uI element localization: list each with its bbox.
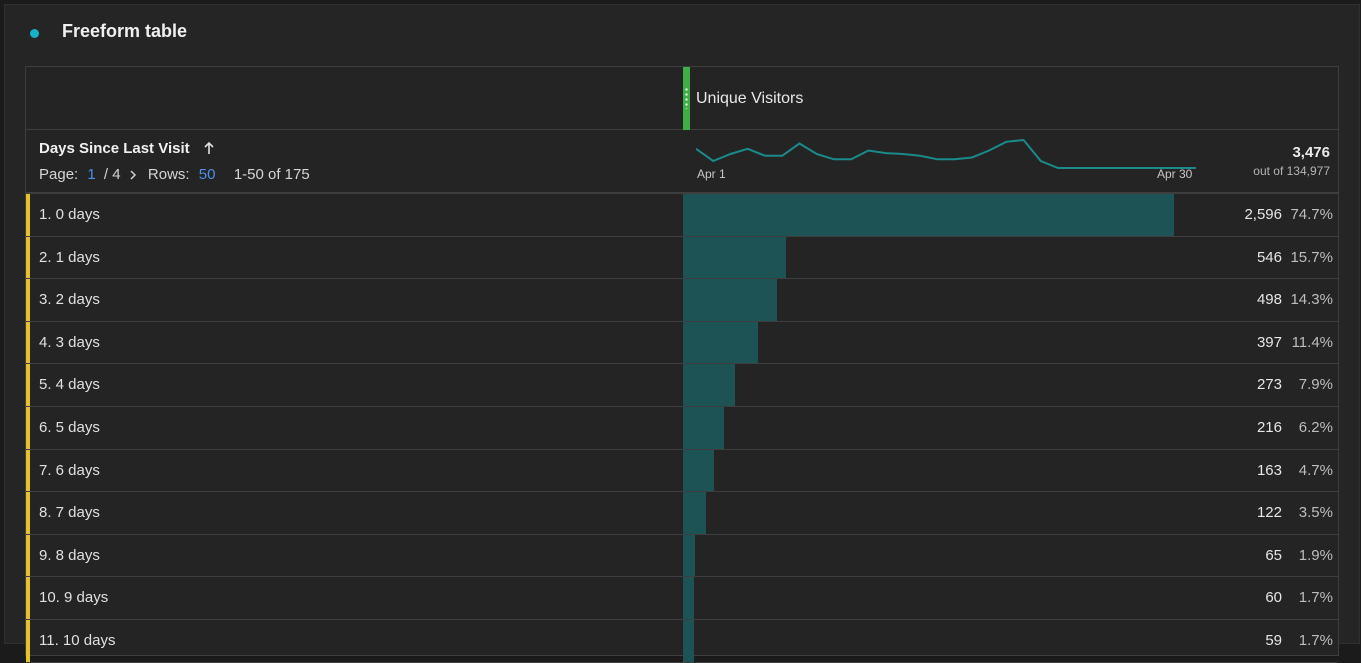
dimension-column-title[interactable]: Days Since Last Visit (39, 140, 190, 157)
table-row[interactable]: 3. 2 days 498 14.3% (26, 279, 1338, 322)
row-selection-indicator (26, 364, 30, 406)
sparkline-start-label: Apr 1 (697, 167, 726, 181)
freeform-table-panel: Freeform table Unique Visitors Days Sinc… (4, 4, 1360, 663)
drag-dots-icon (685, 87, 688, 109)
trend-sparkline[interactable] (696, 138, 1196, 170)
row-selection-indicator (26, 321, 30, 364)
row-value-bar (683, 194, 1174, 236)
row-dimension-label[interactable]: 11. 10 days (39, 632, 115, 649)
row-metric-value: 122 (1256, 504, 1282, 522)
metric-column-title[interactable]: Unique Visitors (696, 90, 803, 108)
dimension-header-row: Days Since Last Visit Page: 1 / 4 Rows: … (26, 130, 1338, 194)
row-metric-percent: 3.5% (1298, 504, 1333, 522)
table-row[interactable]: 1. 0 days 2,596 74.7% (26, 194, 1338, 237)
table-row[interactable]: 6. 5 days 216 6.2% (26, 406, 1338, 450)
metric-drag-handle[interactable] (683, 67, 690, 130)
chevron-right-icon[interactable] (128, 170, 138, 180)
panel-title[interactable]: Freeform table (62, 21, 187, 42)
row-dimension-label[interactable]: 7. 6 days (39, 462, 100, 479)
row-value-bar (683, 279, 777, 321)
row-metric-percent: 6.2% (1298, 418, 1333, 436)
row-selection-indicator (26, 279, 30, 321)
rows-per-page-select[interactable]: 50 (199, 166, 216, 183)
row-dimension-label[interactable]: 1. 0 days (39, 206, 100, 223)
row-value-bar (683, 321, 758, 364)
row-selection-indicator (26, 577, 30, 619)
row-value-bar (683, 534, 696, 577)
row-metric-value: 273 (1256, 376, 1282, 394)
row-dimension-label[interactable]: 9. 8 days (39, 547, 100, 564)
row-value-bar (683, 492, 706, 534)
metric-grand-total: out of 134,977 (1253, 164, 1330, 178)
row-metric-value: 60 (1265, 589, 1282, 607)
row-selection-indicator (26, 449, 30, 492)
row-dimension-label[interactable]: 5. 4 days (39, 376, 100, 393)
total-pages: / 4 (103, 166, 121, 183)
metric-total: 3,476 (1292, 144, 1330, 161)
arrow-up-icon[interactable] (203, 141, 215, 155)
row-selection-indicator (26, 534, 30, 577)
table-row[interactable]: 4. 3 days 397 11.4% (26, 321, 1338, 365)
row-metric-value: 59 (1265, 631, 1282, 649)
row-value-bar (683, 364, 735, 406)
table-row[interactable]: 9. 8 days 65 1.9% (26, 534, 1338, 578)
row-value-bar (683, 577, 695, 619)
row-dimension-label[interactable]: 6. 5 days (39, 419, 100, 436)
row-metric-percent: 74.7% (1290, 206, 1333, 223)
sparkline-end-label: Apr 30 (1157, 167, 1193, 181)
row-metric-percent: 14.3% (1290, 291, 1333, 309)
table-row[interactable]: 2. 1 days 546 15.7% (26, 236, 1338, 280)
rows-label: Rows: (147, 166, 190, 183)
row-selection-indicator (26, 492, 30, 534)
row-metric-percent: 1.7% (1298, 589, 1333, 607)
table-row[interactable]: 11. 10 days 59 1.7% (26, 619, 1338, 663)
row-dimension-label[interactable]: 2. 1 days (39, 249, 100, 266)
current-page-input[interactable]: 1 (87, 166, 95, 183)
row-selection-indicator (26, 406, 30, 449)
row-metric-percent: 4.7% (1298, 461, 1333, 479)
row-metric-value: 65 (1265, 546, 1282, 564)
row-metric-value: 546 (1256, 248, 1282, 266)
row-metric-percent: 1.9% (1298, 546, 1333, 564)
table-body: 1. 0 days 2,596 74.7% 2. 1 days 546 15.7% 3. 2… (26, 194, 1338, 663)
table-row[interactable]: 8. 7 days 122 3.5% (26, 492, 1338, 535)
row-value-bar (683, 619, 695, 662)
page-label: Page: (39, 166, 79, 183)
row-metric-percent: 1.7% (1298, 631, 1333, 649)
row-metric-percent: 7.9% (1298, 376, 1333, 394)
row-metric-value: 2,596 (1244, 206, 1282, 223)
row-metric-percent: 11.4% (1291, 333, 1333, 351)
table-row[interactable]: 5. 4 days 273 7.9% (26, 364, 1338, 407)
pagination: Page: 1 / 4 Rows: 50 1-50 of 175 (39, 166, 310, 183)
row-metric-value: 216 (1256, 418, 1282, 436)
panel-status-dot (30, 29, 39, 38)
row-range: 1-50 of 175 (233, 166, 310, 183)
row-selection-indicator (26, 194, 30, 236)
row-metric-value: 397 (1256, 333, 1282, 351)
metric-header-row: Unique Visitors (26, 67, 1338, 130)
row-selection-indicator (26, 236, 30, 279)
sparkline-series (696, 138, 1196, 169)
table-row[interactable]: 7. 6 days 163 4.7% (26, 449, 1338, 493)
row-dimension-label[interactable]: 3. 2 days (39, 291, 100, 308)
row-value-bar (683, 406, 724, 449)
table-row[interactable]: 10. 9 days 60 1.7% (26, 577, 1338, 620)
row-value-bar (683, 236, 787, 279)
row-selection-indicator (26, 619, 30, 662)
row-dimension-label[interactable]: 10. 9 days (39, 589, 108, 606)
row-dimension-label[interactable]: 8. 7 days (39, 504, 100, 521)
row-metric-value: 498 (1256, 291, 1282, 309)
row-metric-value: 163 (1256, 461, 1282, 479)
freeform-table: Unique Visitors Days Since Last Visit Pa… (25, 66, 1339, 663)
row-dimension-label[interactable]: 4. 3 days (39, 334, 100, 351)
row-metric-percent: 15.7% (1290, 248, 1333, 266)
panel-header: Freeform table (5, 5, 1359, 63)
row-value-bar (683, 449, 714, 492)
